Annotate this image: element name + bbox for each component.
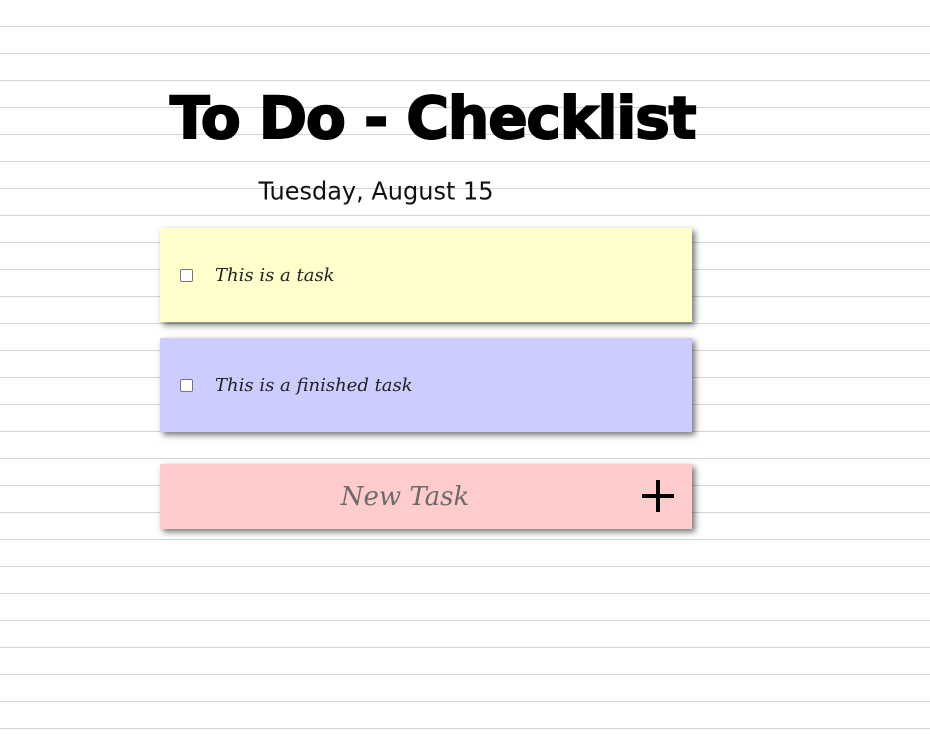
current-date: Tuesday, August 15	[258, 176, 494, 206]
add-task-button[interactable]	[638, 476, 678, 516]
new-task-input[interactable]	[160, 464, 630, 529]
new-task-bar	[160, 464, 692, 529]
task-checkbox[interactable]	[180, 268, 193, 282]
task-label: This is a task	[215, 264, 335, 286]
page-title: To Do - Checklist	[169, 83, 698, 153]
task-card: This is a finished task	[160, 338, 692, 432]
task-label: This is a finished task	[215, 374, 413, 396]
task-card: This is a task	[160, 228, 692, 322]
task-checkbox[interactable]	[180, 378, 193, 392]
